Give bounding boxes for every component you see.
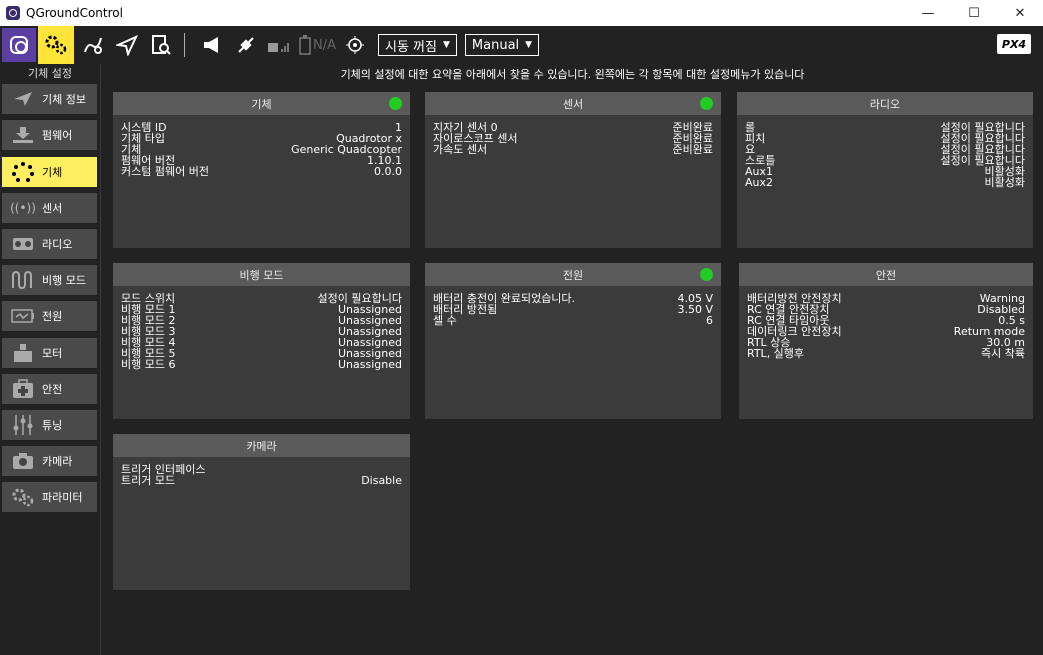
panel-header[interactable]: 비행 모드	[113, 263, 410, 286]
info-row: 비행 모드 6 Unassigned	[121, 358, 402, 371]
download-icon	[10, 126, 36, 144]
sidebar-item-label: 비행 모드	[42, 274, 86, 287]
maximize-button[interactable]: ☐	[951, 0, 997, 26]
flight-mode-icon	[10, 271, 36, 289]
chevron-down-icon: ▼	[525, 40, 533, 50]
sidebar-item-label: 모터	[42, 347, 63, 360]
analyze-view-icon[interactable]	[146, 26, 176, 64]
status-ok-indicator	[700, 268, 713, 281]
panel-title: 센서	[562, 97, 584, 111]
arm-status-label: 시동 꺼짐	[385, 39, 437, 55]
sidebar-item-tuning[interactable]: 튜닝	[2, 410, 97, 440]
info-row: Aux2 비활성화	[745, 176, 1025, 189]
sidebar-item-label: 센서	[42, 202, 63, 215]
info-row: 셀 수6	[433, 314, 713, 327]
fly-view-icon[interactable]	[112, 26, 142, 64]
sidebar-item-label: 카메라	[42, 455, 73, 468]
info-row: 배터리 방전됨 3.50 V	[433, 303, 713, 316]
sidebar-item-sensors[interactable]: ((•)) 센서	[2, 193, 97, 223]
panel-title: 비행 모드	[239, 268, 284, 282]
sidebar-item-airframe[interactable]: 기체	[2, 157, 97, 187]
sensor-icon: ((•))	[10, 201, 36, 215]
arm-status-dropdown[interactable]: 시동 꺼짐 ▼	[378, 34, 457, 56]
chevron-down-icon: ▼	[442, 40, 450, 50]
info-row: 가속도 센서 준비완료	[433, 143, 713, 156]
sidebar-item-camera[interactable]: 카메라	[2, 446, 97, 476]
panel-title: 전원	[562, 268, 584, 282]
tuning-icon	[10, 414, 36, 436]
info-row: 트리거 모드 Disable	[121, 474, 402, 487]
sidebar-item-parameters[interactable]: 파라미터	[2, 482, 97, 512]
status-ok-indicator	[389, 97, 402, 110]
battery-icon[interactable]: N/A	[299, 26, 336, 64]
sidebar-title: 기체 설정	[28, 67, 72, 80]
rc-signal-icon[interactable]	[265, 26, 295, 64]
sidebar-item-motors[interactable]: 모터	[2, 338, 97, 368]
plane-icon	[10, 91, 36, 107]
battery-status-text: N/A	[313, 37, 336, 53]
info-row: RTL, 실행후 즉시 착륙	[747, 347, 1025, 360]
panel-title: 카메라	[246, 439, 277, 453]
panel-header[interactable]: 라디오	[737, 92, 1033, 115]
panel-header[interactable]: 전원	[425, 263, 721, 286]
radio-icon	[10, 237, 36, 251]
plan-view-icon[interactable]	[78, 26, 108, 64]
panel-title: 라디오	[869, 97, 901, 111]
radio-panel[interactable]: 라디오 롤 설정이 필요합니다 피치 설정이 필요합니다 요 설정이 필요합니다 스로…	[737, 92, 1033, 248]
parameters-icon	[10, 487, 36, 507]
sidebar-item-label: 라디오	[42, 238, 73, 251]
flight-mode-label: Manual	[471, 37, 520, 53]
window-title: QGroundControl	[26, 6, 123, 20]
main-toolbar: N/A 시동 꺼짐 ▼ Manual ▼	[0, 26, 1043, 64]
sidebar-item-flight-modes[interactable]: 비행 모드	[2, 265, 97, 295]
setup-sidebar: 기체 설정 기체 정보 펌웨어 기체 ((•)) 센서 라디오 비행 모드 전원…	[0, 64, 101, 655]
camera-panel[interactable]: 카메라 트리거 인터페이스 트리거 모드 Disable	[113, 434, 410, 590]
info-row: 스로틀 설정이 필요합니다	[745, 154, 1025, 167]
motor-icon	[10, 343, 36, 363]
panel-title: 안전	[875, 268, 897, 282]
qgc-logo-icon[interactable]	[2, 28, 36, 62]
sensors-panel[interactable]: 센서 지자기 센서 0 준비완료 자이로스코프 센서 준비완료 가속도 센서 준비완료	[425, 92, 721, 248]
sidebar-item-firmware[interactable]: 펌웨어	[2, 120, 97, 150]
sidebar-item-label: 기체 정보	[42, 93, 86, 106]
sidebar-item-label: 안전	[42, 383, 63, 396]
sidebar-item-radio[interactable]: 라디오	[2, 229, 97, 259]
panel-header[interactable]: 센서	[425, 92, 721, 115]
info-row: Aux1 비활성화	[745, 165, 1025, 178]
panel-title: 기체	[251, 97, 272, 111]
vehicle-panel[interactable]: 기체 시스템 ID 1 기체 타입 Quadrotor x 기체 Generic Qu…	[113, 92, 410, 248]
camera-icon	[10, 452, 36, 470]
flight-mode-dropdown[interactable]: Manual ▼	[464, 34, 540, 56]
summary-header-message: 기체의 설정에 대한 요약을 아래에서 찾을 수 있습니다. 왼쪽에는 각 항목…	[340, 68, 805, 81]
sidebar-item-label: 파라미터	[42, 491, 83, 504]
gps-disabled-icon[interactable]	[231, 26, 261, 64]
sidebar-item-label: 튜닝	[42, 419, 63, 432]
sidebar-item-summary[interactable]: 기체 정보	[2, 84, 97, 114]
sidebar-item-label: 전원	[42, 310, 63, 323]
minimize-button[interactable]: —	[905, 0, 951, 26]
vehicle-setup-gears-icon[interactable]	[38, 26, 74, 64]
safety-icon	[10, 379, 36, 399]
px4-brand-logo: PX4	[997, 34, 1031, 54]
sidebar-item-power[interactable]: 전원	[2, 301, 97, 331]
messages-megaphone-icon[interactable]	[197, 26, 227, 64]
sidebar-item-safety[interactable]: 안전	[2, 374, 97, 404]
toolbar-divider	[184, 33, 185, 57]
gps-target-icon[interactable]	[340, 26, 370, 64]
status-ok-indicator	[700, 97, 713, 110]
app-icon	[6, 6, 20, 20]
close-button[interactable]: ✕	[997, 0, 1043, 26]
power-panel[interactable]: 전원 배터리 충전이 완료되었습니다. 4.05 V 배터리 방전됨 3.50 V …	[425, 263, 721, 419]
panel-header[interactable]: 기체	[113, 92, 410, 115]
sidebar-item-label: 기체	[42, 166, 63, 179]
power-icon	[10, 309, 36, 323]
sidebar-item-label: 펌웨어	[42, 129, 73, 142]
flight-modes-panel[interactable]: 비행 모드 모드 스위치 설정이 필요합니다 비행 모드 1 Unassigned …	[113, 263, 410, 419]
info-row: 커스텀 펌웨어 버전 0.0.0	[121, 165, 402, 178]
panel-header[interactable]: 안전	[739, 263, 1033, 286]
safety-panel[interactable]: 안전 배터리방전 안전장치 Warning RC 연결 안전장치 Disabled …	[739, 263, 1033, 419]
panel-header[interactable]: 카메라	[113, 434, 410, 457]
airframe-icon	[10, 162, 36, 182]
window-titlebar: QGroundControl — ☐ ✕	[0, 0, 1043, 26]
